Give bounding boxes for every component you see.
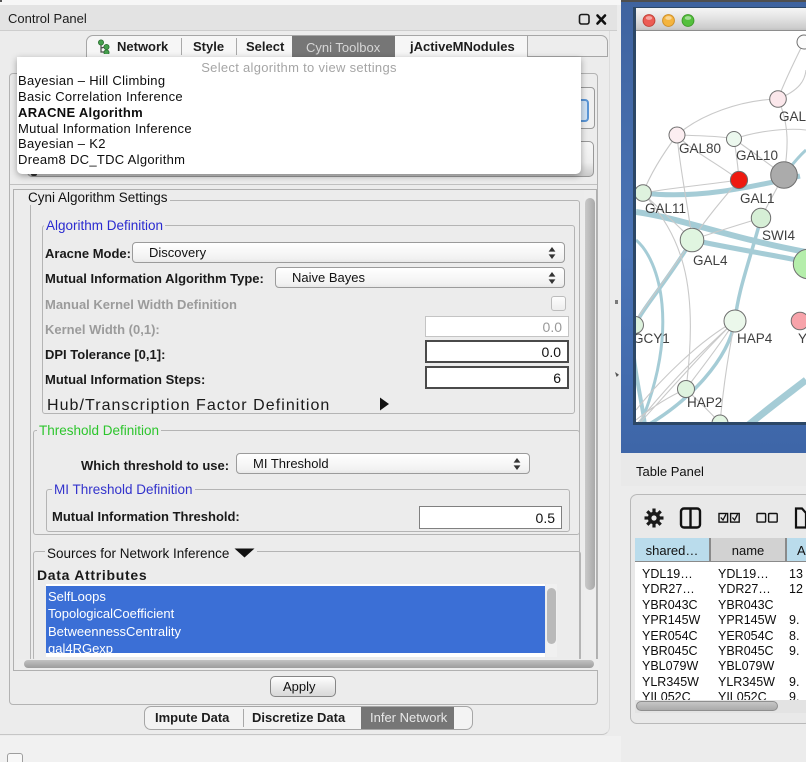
svg-text:Y: Y bbox=[798, 331, 806, 346]
svg-text:GAL11: GAL11 bbox=[645, 201, 686, 216]
svg-text:HAP4: HAP4 bbox=[737, 331, 773, 346]
svg-text:SWI4: SWI4 bbox=[762, 228, 795, 243]
svg-text:GCY1: GCY1 bbox=[636, 331, 670, 346]
svg-text:GAL: GAL bbox=[779, 109, 806, 124]
svg-text:GAL80: GAL80 bbox=[679, 141, 721, 156]
svg-text:GAL1: GAL1 bbox=[740, 191, 775, 206]
svg-text:GAL4: GAL4 bbox=[693, 253, 728, 268]
svg-text:HAP2: HAP2 bbox=[687, 395, 722, 410]
svg-text:GAL10: GAL10 bbox=[736, 148, 778, 163]
